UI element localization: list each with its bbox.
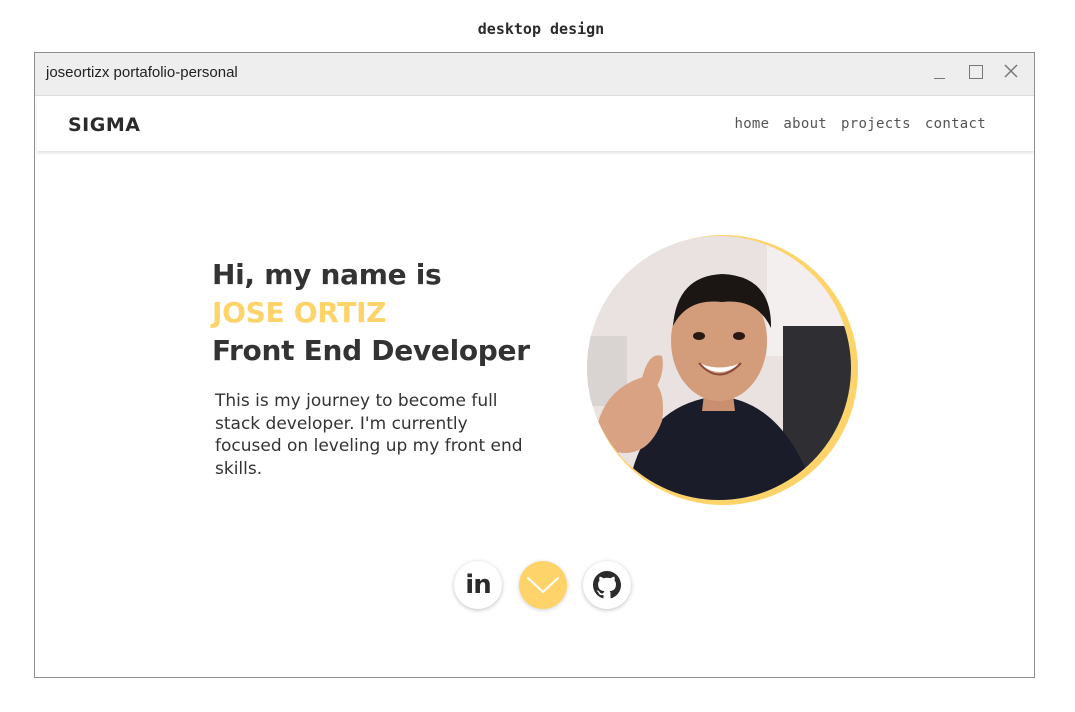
linkedin-button[interactable]: in [454, 561, 502, 609]
nav-link-about[interactable]: about [783, 116, 827, 132]
linkedin-icon: in [465, 570, 491, 600]
nav-link-contact[interactable]: contact [925, 116, 986, 132]
site-navbar: SIGMA home about projects contact [37, 97, 1034, 151]
scroll-down-button[interactable] [519, 561, 567, 609]
hero-role: Front End Developer [212, 334, 530, 367]
brand-logo[interactable]: SIGMA [68, 114, 140, 136]
design-caption: desktop design [477, 20, 605, 38]
window-titlebar: joseortizx portafolio-personal [35, 53, 1034, 96]
nav-links: home about projects contact [734, 116, 986, 132]
github-button[interactable] [583, 561, 631, 609]
hero-greeting: Hi, my name is [212, 258, 442, 291]
profile-photo [587, 236, 851, 500]
github-icon [593, 571, 621, 599]
nav-link-home[interactable]: home [734, 116, 769, 132]
hero-intro: This is my journey to become full stack … [215, 391, 523, 479]
maximize-icon[interactable] [969, 65, 983, 79]
minimize-icon[interactable] [934, 65, 945, 79]
close-icon[interactable] [1004, 64, 1018, 83]
window-title: joseortizx portafolio-personal [46, 64, 238, 81]
browser-window: joseortizx portafolio-personal SIGMA hom… [34, 52, 1035, 678]
chevron-down-icon [527, 577, 559, 594]
nav-link-projects[interactable]: projects [841, 116, 911, 132]
hero-text: Hi, my name is JOSE ORTIZ Front End Deve… [212, 256, 552, 479]
hero-name: JOSE ORTIZ [212, 296, 387, 329]
